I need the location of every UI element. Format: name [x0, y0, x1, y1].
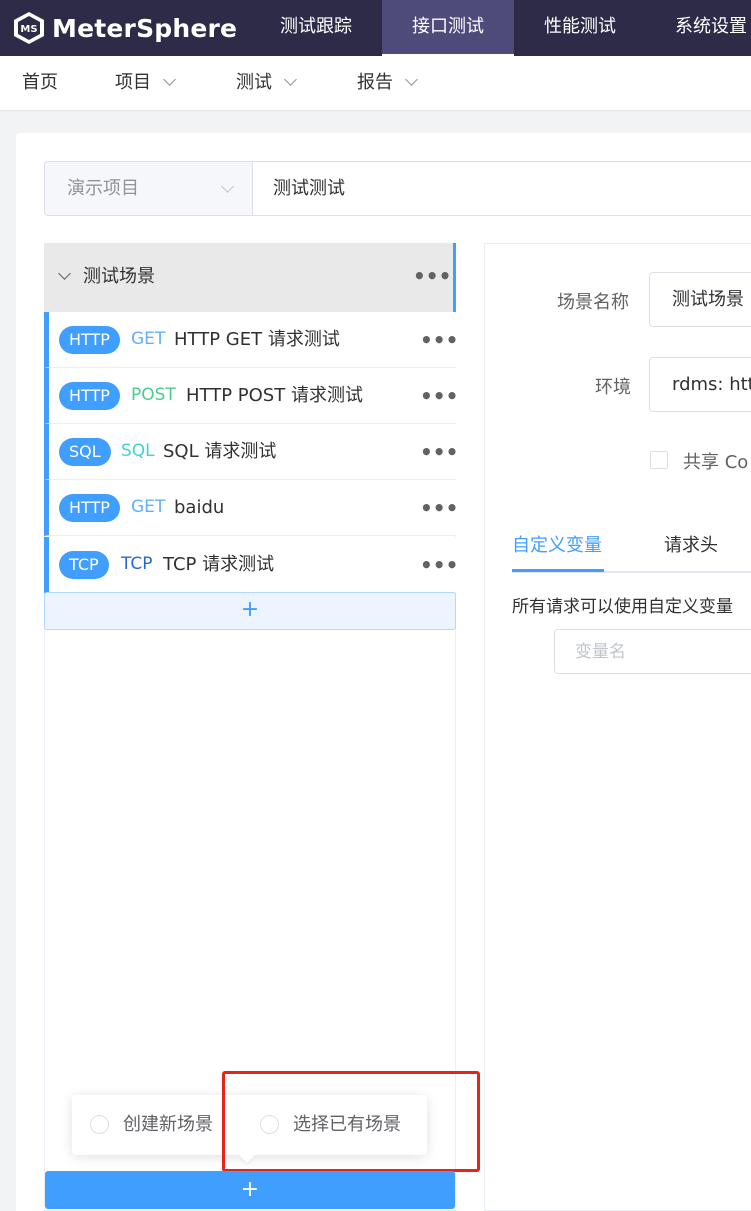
option-create-new-scenario[interactable]: 创建新场景	[123, 1095, 213, 1155]
request-row[interactable]: HTTP GET HTTP GET 请求测试 •••	[44, 312, 458, 368]
chevron-down-icon[interactable]	[58, 267, 71, 280]
top-navbar: MS MeterSphere 测试跟踪 接口测试 性能测试 系统设置	[0, 0, 751, 56]
test-name-value: 测试测试	[273, 178, 345, 199]
request-row[interactable]: TCP TCP TCP 请求测试 •••	[44, 537, 458, 593]
request-name: HTTP POST 请求测试	[186, 385, 363, 406]
request-name: baidu	[174, 497, 225, 518]
project-select-value: 演示项目	[67, 178, 139, 199]
scenario-name-value: 测试场景	[672, 289, 744, 310]
topnav-performance-test[interactable]: 性能测试	[522, 0, 638, 56]
chevron-down-icon	[405, 73, 418, 86]
chevron-down-icon	[284, 73, 297, 86]
method-label: SQL	[121, 441, 155, 461]
variables-hint: 所有请求可以使用自定义变量	[512, 597, 733, 617]
topnav-system-settings[interactable]: 系统设置	[656, 0, 751, 56]
chevron-down-icon	[221, 180, 234, 193]
svg-text:MS: MS	[20, 24, 37, 35]
subnav-home-label: 首页	[22, 72, 58, 93]
subnav-test[interactable]: 测试	[236, 56, 297, 111]
method-label: GET	[131, 497, 166, 517]
variable-name-field[interactable]	[554, 629, 751, 674]
topnav-api-test[interactable]: 接口测试	[382, 0, 514, 56]
tab-request-headers[interactable]: 请求头	[664, 530, 718, 572]
protocol-badge: TCP	[59, 551, 109, 579]
method-label: GET	[131, 329, 166, 349]
brand-name: MeterSphere	[52, 13, 238, 43]
sub-navbar: 首页 项目 测试 报告	[0, 56, 751, 111]
scenario-name-input[interactable]: 测试场景	[649, 272, 751, 327]
more-icon[interactable]: •••	[420, 330, 458, 350]
environment-label: 环境	[595, 377, 631, 398]
more-icon[interactable]: •••	[413, 266, 451, 286]
request-name: TCP 请求测试	[163, 554, 275, 575]
subnav-report-label: 报告	[357, 72, 393, 93]
more-icon[interactable]: •••	[420, 555, 458, 575]
subnav-project[interactable]: 项目	[115, 56, 176, 111]
test-name-input[interactable]: 测试测试	[252, 161, 751, 216]
share-cookie-checkbox[interactable]	[650, 451, 668, 469]
topnav-test-tracking[interactable]: 测试跟踪	[258, 0, 374, 56]
metersphere-logo-icon: MS	[14, 12, 44, 44]
environment-select[interactable]: rdms: http	[649, 357, 751, 412]
highlight-box	[222, 1071, 480, 1172]
more-icon[interactable]: •••	[420, 498, 458, 518]
add-request-button[interactable]: +	[44, 592, 456, 630]
variable-name-input[interactable]	[575, 630, 751, 673]
request-row[interactable]: HTTP POST HTTP POST 请求测试 •••	[44, 368, 458, 424]
protocol-badge: HTTP	[59, 326, 120, 354]
protocol-badge: HTTP	[59, 494, 120, 522]
method-label: POST	[131, 385, 176, 405]
protocol-badge: SQL	[59, 438, 111, 466]
scenario-title: 测试场景	[83, 266, 155, 287]
subnav-home[interactable]: 首页	[22, 56, 58, 111]
environment-value: rdms: http	[672, 374, 751, 395]
scenario-name-label: 场景名称	[557, 292, 629, 313]
request-row[interactable]: SQL SQL SQL 请求测试 •••	[44, 424, 458, 480]
plus-icon: +	[240, 1177, 260, 1202]
metersphere-logo[interactable]: MS MeterSphere	[12, 8, 237, 48]
radio-create-new-scenario[interactable]	[90, 1115, 109, 1134]
request-name: SQL 请求测试	[163, 441, 277, 462]
subnav-project-label: 项目	[115, 72, 151, 93]
tab-custom-variables[interactable]: 自定义变量	[512, 530, 604, 572]
protocol-badge: HTTP	[59, 382, 120, 410]
more-icon[interactable]: •••	[420, 386, 458, 406]
subnav-test-label: 测试	[236, 72, 272, 93]
project-select[interactable]: 演示项目	[44, 161, 253, 216]
method-label: TCP	[121, 554, 153, 574]
subnav-report[interactable]: 报告	[357, 56, 418, 111]
request-name: HTTP GET 请求测试	[174, 329, 340, 350]
request-row[interactable]: HTTP GET baidu •••	[44, 480, 458, 536]
share-cookie-label[interactable]: 共享 Co	[683, 448, 748, 474]
more-icon[interactable]: •••	[420, 442, 458, 462]
add-scenario-button[interactable]: +	[45, 1171, 455, 1209]
plus-icon: +	[240, 597, 260, 622]
scenario-header[interactable]: 测试场景 •••	[44, 243, 456, 312]
chevron-down-icon	[163, 73, 176, 86]
